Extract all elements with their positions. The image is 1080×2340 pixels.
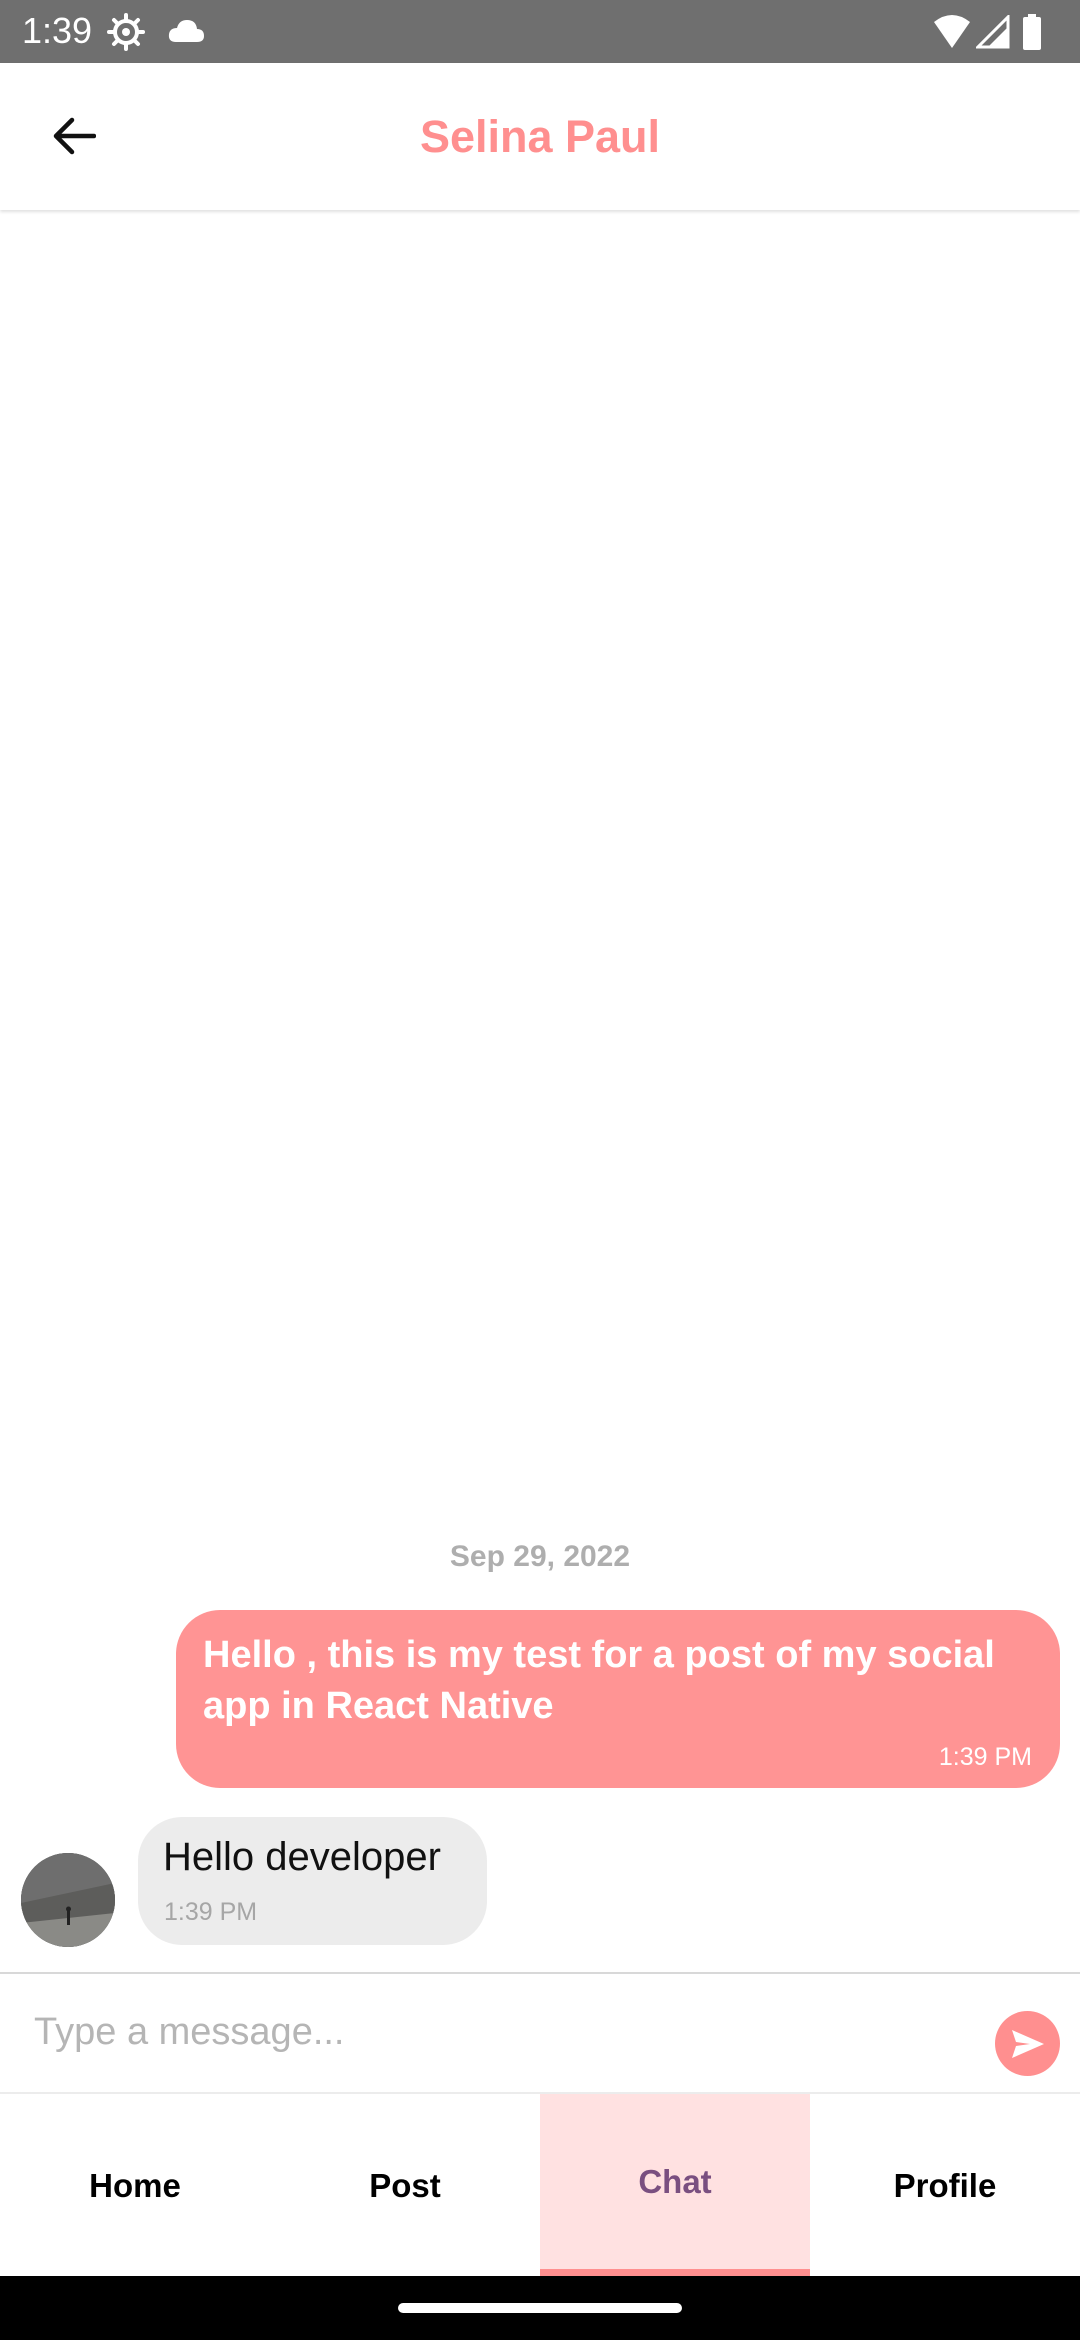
send-icon	[1011, 2029, 1044, 2058]
settings-icon	[107, 13, 145, 51]
page-title: Selina Paul	[419, 111, 661, 162]
system-nav-bar	[0, 2276, 1080, 2340]
message-time: 1:39 PM	[938, 1743, 1032, 1771]
battery-icon	[1023, 14, 1041, 50]
app-header: Selina Paul	[0, 63, 1080, 210]
message-time: 1:39 PM	[164, 1898, 258, 1926]
message-text: Hello developer	[163, 1835, 441, 1879]
avatar[interactable]	[21, 1853, 115, 1947]
incoming-message-bubble[interactable]: Hello developer 1:39 PM	[138, 1817, 487, 1945]
avatar-photo	[21, 1853, 115, 1947]
bottom-tab-bar: Home Post Chat Profile	[0, 2092, 1080, 2278]
tab-profile[interactable]: Profile	[810, 2094, 1080, 2278]
tab-home[interactable]: Home	[0, 2094, 270, 2278]
tab-label: Chat	[638, 2163, 712, 2200]
status-bar: 1:39	[0, 0, 1080, 63]
message-text: Hello , this is my test for a post of my…	[203, 1634, 995, 1727]
message-composer	[0, 1972, 1080, 2092]
signal-icon	[976, 15, 1010, 49]
tab-label: Home	[89, 2167, 181, 2204]
send-button[interactable]	[995, 2011, 1060, 2076]
chat-messages-area[interactable]: Sep 29, 2022 Hello , this is my test for…	[0, 210, 1080, 1972]
cloud-icon	[168, 20, 204, 42]
message-input[interactable]	[34, 1992, 964, 2072]
status-left-icons	[106, 12, 206, 52]
status-right-icons	[932, 12, 1052, 52]
date-separator: Sep 29, 2022	[449, 1540, 631, 1573]
status-time: 1:39	[22, 10, 93, 51]
tab-post[interactable]: Post	[270, 2094, 540, 2278]
wifi-icon	[934, 15, 970, 48]
tab-label: Post	[369, 2167, 441, 2204]
home-gesture-handle[interactable]	[398, 2303, 682, 2313]
tab-label: Profile	[893, 2167, 997, 2204]
outgoing-message-bubble[interactable]: Hello , this is my test for a post of my…	[176, 1610, 1060, 1788]
tab-chat[interactable]: Chat	[540, 2094, 810, 2278]
